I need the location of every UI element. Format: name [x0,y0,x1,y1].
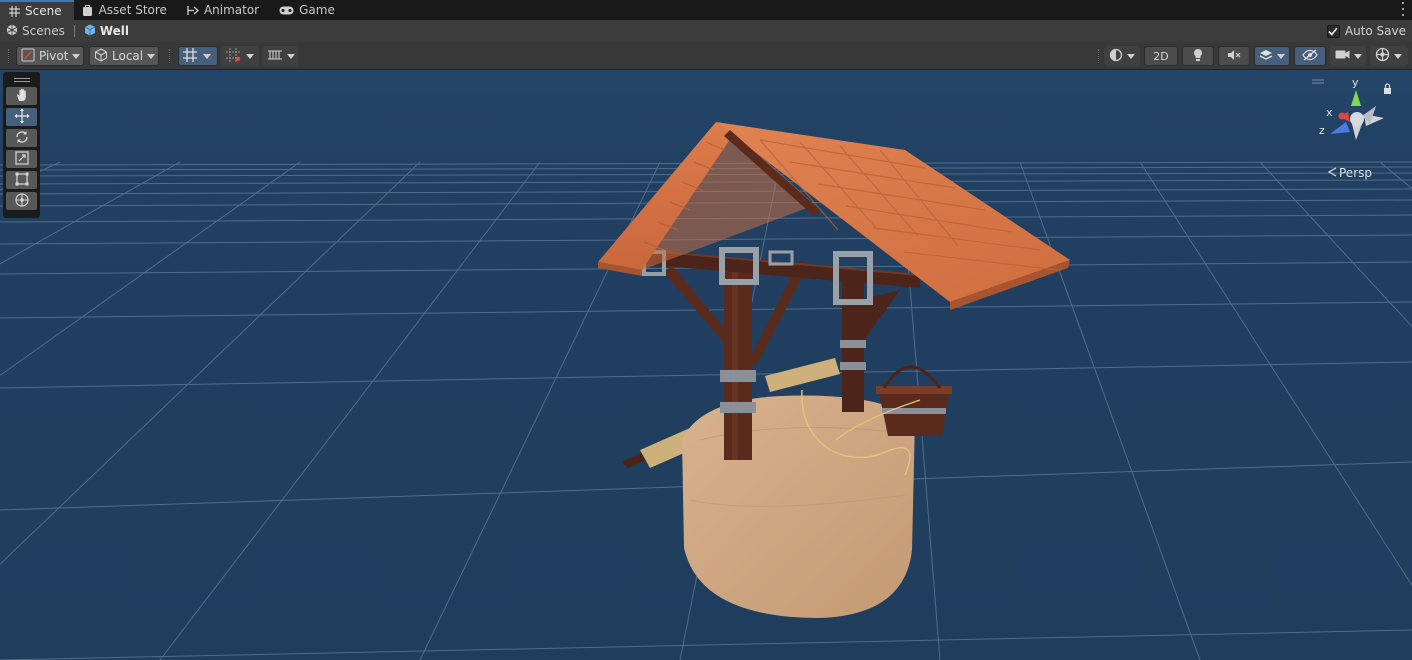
toolbar-grip[interactable] [169,49,171,63]
animator-icon [187,4,199,16]
mode-2d-toggle[interactable]: 2D [1144,46,1178,66]
chevron-down-icon [147,53,156,59]
bag-icon [82,4,94,16]
unity-icon [6,24,18,39]
chevron-down-icon [1127,53,1135,59]
rect-transform-icon [14,171,30,190]
auto-save-label: Auto Save [1344,24,1406,38]
chevron-down-icon [287,53,295,59]
speaker-muted-icon [1227,49,1241,64]
transform-combined-icon [14,192,30,211]
camera-icon [1335,49,1350,63]
tab-animator[interactable]: Animator [179,0,271,20]
ruler-grid-icon [267,48,283,65]
breadcrumb-scenes[interactable]: Scenes [6,24,65,39]
scale-icon [14,150,30,169]
move-tool-button[interactable] [6,108,37,126]
scale-tool-button[interactable] [6,150,37,168]
hand-tool-button[interactable] [6,87,37,105]
projection-label: Persp [1339,166,1372,180]
rotate-icon [14,129,30,148]
tab-asset-store-label: Asset Store [98,3,167,17]
tool-palette-grip[interactable] [6,76,37,84]
pivot-icon [21,48,35,65]
grid-snap-icon [183,47,199,65]
gizmos-dropdown[interactable] [1370,46,1408,66]
chevron-down-icon [246,53,254,59]
scene-viewport[interactable]: y x z Persp [0,70,1412,660]
rect-tool-button[interactable] [6,171,37,189]
transform-tool-button[interactable] [6,192,37,210]
tab-bar: Scene Asset Store Animator Game [0,0,1412,20]
tab-animator-label: Animator [203,3,260,17]
local-dropdown[interactable]: Local [89,46,159,66]
axis-y-label: y [1352,76,1359,89]
hand-icon [14,87,30,106]
auto-save-toggle[interactable]: Auto Save [1326,24,1406,38]
breadcrumb-well[interactable]: Well [84,24,129,39]
chevron-down-icon [1277,53,1285,59]
layers-icon [1259,48,1273,65]
breadcrumb-scenes-label: Scenes [22,24,65,38]
breadcrumb: Scenes Well Auto Save [0,20,1412,42]
audio-toggle[interactable] [1218,46,1250,66]
scene-render [0,70,1412,660]
lighting-toggle[interactable] [1182,46,1214,66]
grid-visibility-toggle[interactable] [262,46,298,66]
eye-hidden-icon [1302,49,1318,64]
tab-asset-store[interactable]: Asset Store [74,0,179,20]
gizmo-drag-handle[interactable] [1312,79,1324,84]
scene-toolbar: Pivot Local 2D [0,42,1412,70]
gamepad-icon [279,4,294,16]
pivot-label: Pivot [39,49,69,63]
prefab-cube-icon [84,24,96,39]
auto-save-checkbox[interactable] [1326,24,1340,38]
toolbar-grip[interactable] [1098,49,1100,63]
tool-palette [3,72,40,218]
grid-snap-toggle[interactable] [178,46,218,66]
axis-z-label: z [1319,124,1325,137]
rotate-tool-button[interactable] [6,129,37,147]
tab-scene[interactable]: Scene [0,0,74,20]
local-cube-icon [94,47,108,65]
shading-sphere-icon [1109,48,1123,65]
tab-game[interactable]: Game [271,0,347,20]
lock-icon[interactable] [1384,83,1391,94]
camera-settings-dropdown[interactable] [1330,46,1366,66]
scene-visibility-toggle[interactable] [1294,46,1326,66]
local-label: Local [112,49,144,63]
mode-2d-label: 2D [1153,49,1169,63]
increment-snap-icon [226,47,242,65]
more-options-icon[interactable] [1400,2,1406,16]
chevron-down-icon [1354,53,1362,59]
projection-toggle[interactable]: Persp [1327,166,1372,180]
draw-mode-dropdown[interactable] [1104,46,1140,66]
move-arrows-icon [14,108,30,127]
breadcrumb-well-label: Well [99,24,130,38]
toolbar-grip[interactable] [8,49,10,63]
perspective-icon [1327,166,1337,180]
chevron-down-icon [1394,53,1402,59]
chevron-down-icon [203,53,211,59]
gizmo-globe-icon [1375,47,1390,65]
pivot-dropdown[interactable]: Pivot [16,46,84,66]
tab-game-label: Game [299,3,335,17]
breadcrumb-separator [73,25,75,37]
axis-x-label: x [1326,106,1333,119]
light-bulb-icon [1192,48,1204,65]
increment-snap-toggle[interactable] [221,46,259,66]
chevron-down-icon [72,53,81,59]
tab-scene-label: Scene [25,4,62,18]
effects-dropdown[interactable] [1254,46,1290,66]
orientation-gizmo[interactable]: y x z [1312,76,1402,156]
hash-icon [8,5,20,17]
